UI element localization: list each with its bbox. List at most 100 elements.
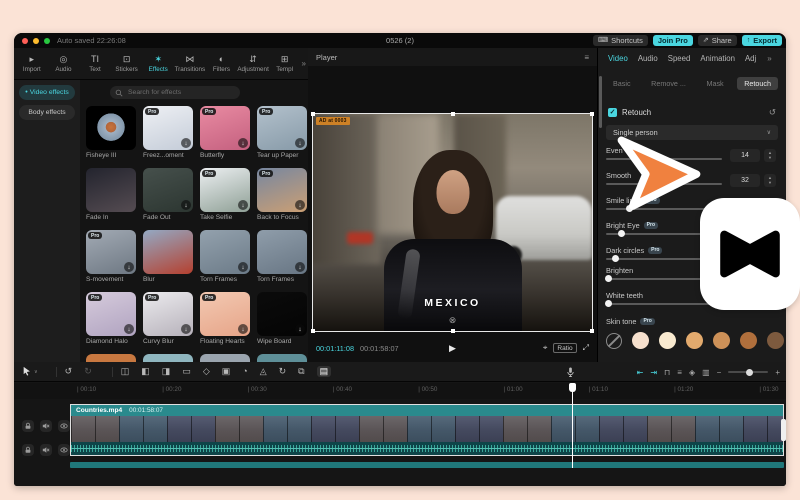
effect-card-partial[interactable] (143, 354, 193, 362)
video-clip[interactable]: Countries.mp4 00:01:58:07 (70, 404, 784, 456)
tab-adjustment[interactable]: ⇵Adjustment (237, 55, 269, 73)
category-body-effects[interactable]: Body effects (19, 105, 75, 120)
hide-track-icon[interactable] (58, 444, 70, 456)
lock-track-icon[interactable] (22, 444, 34, 456)
keyframe-tool[interactable]: ◬ (260, 367, 267, 376)
magnet-button[interactable]: ⊓ (664, 368, 670, 377)
stepper-down-icon[interactable]: ▼ (768, 156, 772, 160)
speed-tool[interactable]: ◔ (242, 367, 247, 376)
snapping-button[interactable]: ◈ (689, 368, 695, 377)
effect-card[interactable]: Pro↓Curvy Blur (143, 292, 193, 350)
effect-card-partial[interactable] (200, 354, 250, 362)
effect-card[interactable]: ↓Wipe Board (257, 292, 307, 350)
caption-text[interactable]: MEXICO (313, 297, 592, 309)
tab-filters[interactable]: ◐Filters (206, 55, 238, 73)
video-preview[interactable]: AD at 0003 MEXICO ⊗ (312, 113, 593, 332)
value-stepper[interactable]: ▲▼ (764, 174, 776, 187)
preview-axis-button[interactable]: ▥ (702, 368, 710, 377)
subtab-mask[interactable]: Mask (699, 77, 730, 90)
effect-card[interactable]: Pro↓Take Selfie (200, 168, 250, 226)
minimize-window-button[interactable] (33, 38, 39, 44)
download-icon[interactable]: ↓ (124, 262, 134, 272)
inspector-tab-animation[interactable]: Animation (700, 54, 735, 63)
skin-tone-swatch[interactable] (740, 332, 757, 349)
secondary-track-clip[interactable] (70, 462, 784, 468)
effect-card-partial[interactable] (257, 354, 307, 362)
maximize-window-button[interactable] (44, 38, 50, 44)
effect-card[interactable]: Blur (143, 230, 193, 288)
effect-card-partial[interactable] (86, 354, 136, 362)
tab-text[interactable]: TIText (79, 55, 111, 73)
zoom-out-button[interactable]: − (717, 368, 722, 377)
delete-right-button[interactable]: ⇥ (650, 368, 657, 377)
download-icon[interactable]: ↓ (238, 262, 248, 272)
clip-trim-handle[interactable] (781, 419, 786, 441)
trim-right-tool[interactable]: ◨ (162, 367, 171, 376)
skin-tone-swatch[interactable] (713, 332, 730, 349)
effect-card[interactable]: ↓Torn Frames (200, 230, 250, 288)
cursor-tool-caret-icon[interactable]: ∨ (34, 369, 38, 375)
tab-stickers[interactable]: ⊡Stickers (111, 55, 143, 73)
effect-card[interactable]: Pro↓S-movement (86, 230, 136, 288)
trim-left-tool[interactable]: ◧ (141, 367, 150, 376)
shortcuts-button[interactable]: ⌨ Shortcuts (593, 35, 648, 46)
download-icon[interactable]: ↓ (238, 200, 248, 210)
effects-search[interactable] (110, 86, 240, 99)
crop-tool[interactable]: ⧉ (298, 367, 304, 376)
tab-audio[interactable]: ◎Audio (48, 55, 80, 73)
skin-tone-swatch[interactable] (767, 332, 784, 349)
effect-card[interactable]: ↓Fade Out (143, 168, 193, 226)
download-icon[interactable]: ↓ (295, 138, 305, 148)
split-tool[interactable]: ◫ (121, 367, 130, 376)
value-stepper[interactable]: ▲▼ (764, 149, 776, 162)
search-input[interactable] (126, 88, 235, 97)
ratio-button[interactable]: Ratio (553, 343, 576, 353)
effect-card[interactable]: Pro↓Freez...oment (143, 106, 193, 164)
hide-track-icon[interactable] (58, 420, 70, 432)
tab-import[interactable]: ▸Import (16, 55, 48, 73)
slider-value[interactable]: 32 (730, 174, 760, 187)
download-icon[interactable]: ↓ (295, 200, 305, 210)
slider-thumb[interactable] (605, 275, 612, 282)
inspector-tab-video[interactable]: Video (608, 54, 628, 63)
download-icon[interactable]: ↓ (238, 324, 248, 334)
share-button[interactable]: ⇗ Share (698, 35, 737, 46)
redo-button[interactable]: ↻ (84, 367, 92, 376)
slider-thumb[interactable] (618, 230, 625, 237)
stepper-down-icon[interactable]: ▼ (768, 181, 772, 185)
download-icon[interactable]: ↓ (295, 324, 305, 334)
zoom-in-button[interactable]: + (775, 368, 780, 377)
effect-card[interactable]: Pro↓Floating Hearts (200, 292, 250, 350)
tab-templ[interactable]: ⊞Templ (269, 55, 301, 73)
download-icon[interactable]: ↓ (181, 200, 191, 210)
zoom-slider-thumb[interactable] (746, 369, 753, 376)
subtab-basic[interactable]: Basic (606, 77, 638, 90)
skin-tone-swatch[interactable] (686, 332, 703, 349)
linking-button[interactable]: ≡ (677, 368, 682, 377)
inspector-tab-speed[interactable]: Speed (668, 54, 691, 63)
tab-effects[interactable]: ✶Effects (142, 55, 174, 73)
close-window-button[interactable] (22, 38, 28, 44)
download-icon[interactable]: ↓ (181, 138, 191, 148)
lock-track-icon[interactable] (22, 420, 34, 432)
undo-button[interactable]: ↺ (65, 367, 73, 376)
mask-tool[interactable]: ◇ (203, 367, 210, 376)
player-menu-icon[interactable]: ≡ (584, 53, 589, 62)
tab-transitions[interactable]: ⋈Transitions (174, 55, 206, 73)
effect-card[interactable]: Fisheye III (86, 106, 136, 164)
skin-tone-swatch[interactable] (659, 332, 676, 349)
reset-icon[interactable]: ↺ (769, 107, 776, 118)
effect-card[interactable]: Pro↓Back to Focus (257, 168, 307, 226)
delete-tool[interactable]: ▭ (182, 367, 191, 376)
effect-card[interactable]: Pro↓Butterfly (200, 106, 250, 164)
slider-white-teeth[interactable] (606, 303, 722, 305)
join-pro-button[interactable]: Join Pro (653, 35, 693, 46)
record-tool[interactable]: ▤ (317, 366, 332, 377)
timeline-zoom-slider[interactable] (728, 371, 768, 373)
play-button[interactable]: ▶ (449, 343, 456, 354)
retouch-checkbox[interactable]: ✓ (608, 108, 617, 117)
subtab-remove[interactable]: Remove ... (644, 77, 693, 90)
microphone-icon[interactable] (566, 365, 575, 383)
overlay-tool[interactable]: ▣ (222, 367, 231, 376)
download-icon[interactable]: ↓ (181, 324, 191, 334)
